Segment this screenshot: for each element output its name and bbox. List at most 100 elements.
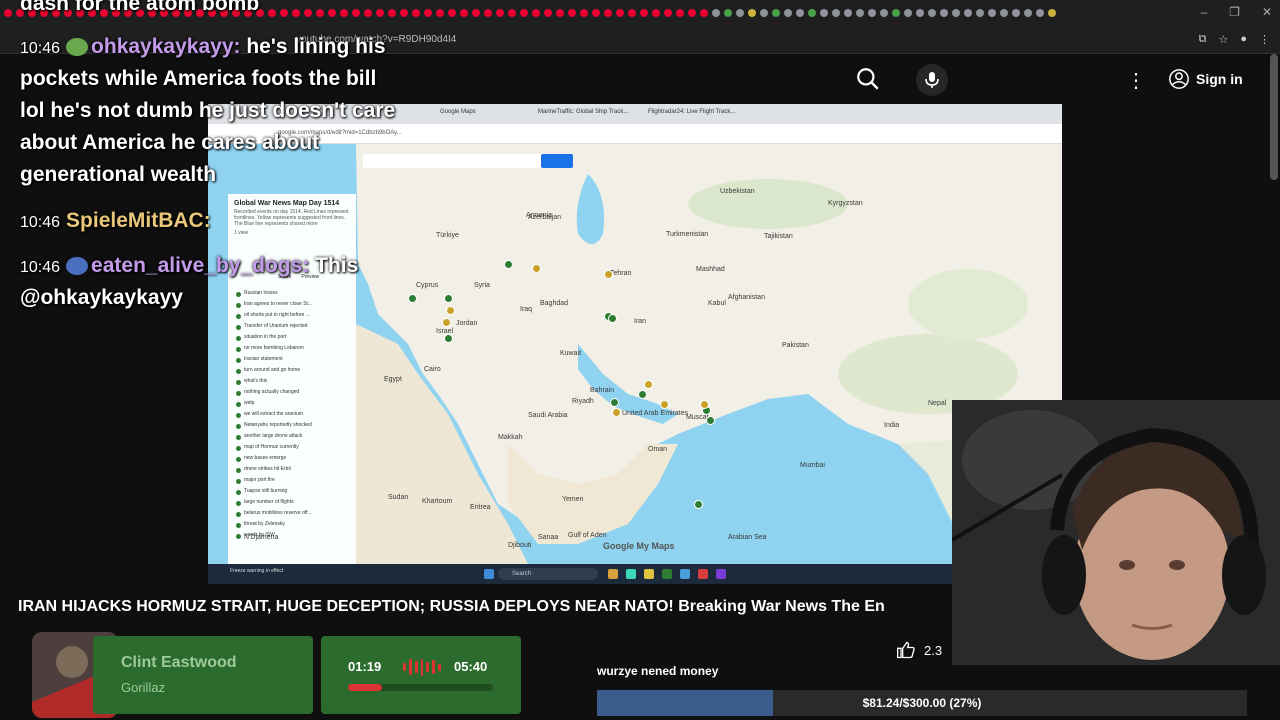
bookmark-icon[interactable]: ☆: [1218, 33, 1228, 46]
tab-favicon-icon[interactable]: [580, 9, 588, 17]
folder-icon: [644, 569, 654, 579]
chat-username[interactable]: SpieleMitBAC: [66, 209, 204, 232]
tab-favicon-icon[interactable]: [532, 9, 540, 17]
tab-favicon-icon[interactable]: [544, 9, 552, 17]
chat-line-0: dash for the atom bomb: [20, 0, 259, 20]
tab-favicon-icon[interactable]: [4, 9, 12, 17]
tab-favicon-icon[interactable]: [964, 9, 972, 17]
tab-favicon-icon[interactable]: [652, 9, 660, 17]
tab-favicon-icon[interactable]: [940, 9, 948, 17]
extensions-icon[interactable]: ⧉: [1199, 33, 1207, 46]
profile-icon[interactable]: ●: [1240, 33, 1247, 46]
tab-favicon-icon[interactable]: [448, 9, 456, 17]
map-marker-icon: [700, 400, 709, 409]
like-button[interactable]: 2.3: [896, 636, 942, 664]
tab-favicon-icon[interactable]: [376, 9, 384, 17]
tab-favicon-icon[interactable]: [880, 9, 888, 17]
tab-favicon-icon[interactable]: [1000, 9, 1008, 17]
tab-favicon-icon[interactable]: [304, 9, 312, 17]
tab-favicon-icon[interactable]: [844, 9, 852, 17]
menu-icon[interactable]: ⋮: [1259, 33, 1270, 46]
tab-favicon-icon[interactable]: [616, 9, 624, 17]
tab-favicon-icon[interactable]: [724, 9, 732, 17]
chat-username[interactable]: eaten_alive_by_dogs: [91, 254, 302, 277]
tab-favicon-icon[interactable]: [508, 9, 516, 17]
tab-favicon-icon[interactable]: [1048, 9, 1056, 17]
map-layer-item: large number of flights: [236, 499, 352, 510]
tab-favicon-icon[interactable]: [352, 9, 360, 17]
maximize-button[interactable]: ❐: [1229, 5, 1240, 19]
tab-favicon-icon[interactable]: [808, 9, 816, 17]
tab-favicon-icon[interactable]: [424, 9, 432, 17]
tab-favicon-icon[interactable]: [1024, 9, 1032, 17]
map-layer-item: Russian losses: [236, 290, 352, 301]
tab-favicon-icon[interactable]: [364, 9, 372, 17]
tab-favicon-icon[interactable]: [340, 9, 348, 17]
tab-favicon-icon[interactable]: [664, 9, 672, 17]
map-layer-item: turn around and go home: [236, 367, 352, 378]
tab-favicon-icon[interactable]: [316, 9, 324, 17]
chat-line-5: generational wealth: [20, 159, 216, 191]
chat-username[interactable]: ohkaykaykayy: [91, 35, 233, 58]
tab-favicon-icon[interactable]: [892, 9, 900, 17]
tab-favicon-icon[interactable]: [784, 9, 792, 17]
tab-favicon-icon[interactable]: [604, 9, 612, 17]
map-label: Jordan: [456, 320, 478, 327]
map-marker-icon: [446, 306, 455, 315]
mic-icon[interactable]: [916, 64, 948, 96]
tab-favicon-icon[interactable]: [916, 9, 924, 17]
minimize-button[interactable]: –: [1200, 5, 1207, 19]
tab-favicon-icon[interactable]: [280, 9, 288, 17]
tab-favicon-icon[interactable]: [976, 9, 984, 17]
tab-favicon-icon[interactable]: [856, 9, 864, 17]
tab-favicon-icon[interactable]: [484, 9, 492, 17]
tab-favicon-icon[interactable]: [460, 9, 468, 17]
tab-favicon-icon[interactable]: [796, 9, 804, 17]
tab-favicon-icon[interactable]: [556, 9, 564, 17]
chat-message-text: This: [315, 254, 359, 277]
tab-favicon-icon[interactable]: [436, 9, 444, 17]
tab-favicon-icon[interactable]: [832, 9, 840, 17]
tab-favicon-icon[interactable]: [628, 9, 636, 17]
tab-favicon-icon[interactable]: [328, 9, 336, 17]
window-controls: – ❐ ✕: [1200, 5, 1272, 19]
map-layer-item: welp: [236, 400, 352, 411]
tab-favicon-icon[interactable]: [712, 9, 720, 17]
tab-favicon-icon[interactable]: [496, 9, 504, 17]
tab-favicon-icon[interactable]: [1036, 9, 1044, 17]
map-marker-icon: [504, 260, 513, 269]
map-label: N'Djamena: [244, 534, 279, 541]
tab-favicon-icon[interactable]: [592, 9, 600, 17]
video-player[interactable]: Google Maps MarineTraffic: Global Ship T…: [208, 104, 1062, 584]
tab-favicon-icon[interactable]: [568, 9, 576, 17]
tab-favicon-icon[interactable]: [928, 9, 936, 17]
tab-favicon-icon[interactable]: [760, 9, 768, 17]
tab-favicon-icon[interactable]: [772, 9, 780, 17]
tab-favicon-icon[interactable]: [820, 9, 828, 17]
map-layer-item: belarus mobilizes reserve off...: [236, 510, 352, 521]
tab-favicon-icon[interactable]: [952, 9, 960, 17]
tab-favicon-icon[interactable]: [868, 9, 876, 17]
tab-favicon-icon[interactable]: [988, 9, 996, 17]
tab-favicon-icon[interactable]: [412, 9, 420, 17]
tab-favicon-icon[interactable]: [520, 9, 528, 17]
close-button[interactable]: ✕: [1262, 5, 1272, 19]
tab-favicon-icon[interactable]: [700, 9, 708, 17]
tab-favicon-icon[interactable]: [292, 9, 300, 17]
tab-favicon-icon[interactable]: [472, 9, 480, 17]
page-scrollbar[interactable]: [1270, 54, 1278, 180]
tab-favicon-icon[interactable]: [736, 9, 744, 17]
tab-favicon-icon[interactable]: [400, 9, 408, 17]
tab-favicon-icon[interactable]: [640, 9, 648, 17]
sign-in-button[interactable]: Sign in: [1160, 62, 1253, 96]
tab-favicon-icon[interactable]: [388, 9, 396, 17]
tab-favicon-icon[interactable]: [904, 9, 912, 17]
tab-favicon-icon[interactable]: [1012, 9, 1020, 17]
tab-favicon-icon[interactable]: [268, 9, 276, 17]
tab-favicon-icon[interactable]: [748, 9, 756, 17]
chat-line-1: 10:46 ohkaykaykayy: he's lining his: [20, 35, 386, 58]
search-icon[interactable]: [855, 66, 881, 92]
tab-favicon-icon[interactable]: [688, 9, 696, 17]
tab-favicon-icon[interactable]: [676, 9, 684, 17]
more-options-icon[interactable]: ⋮: [1126, 68, 1146, 93]
